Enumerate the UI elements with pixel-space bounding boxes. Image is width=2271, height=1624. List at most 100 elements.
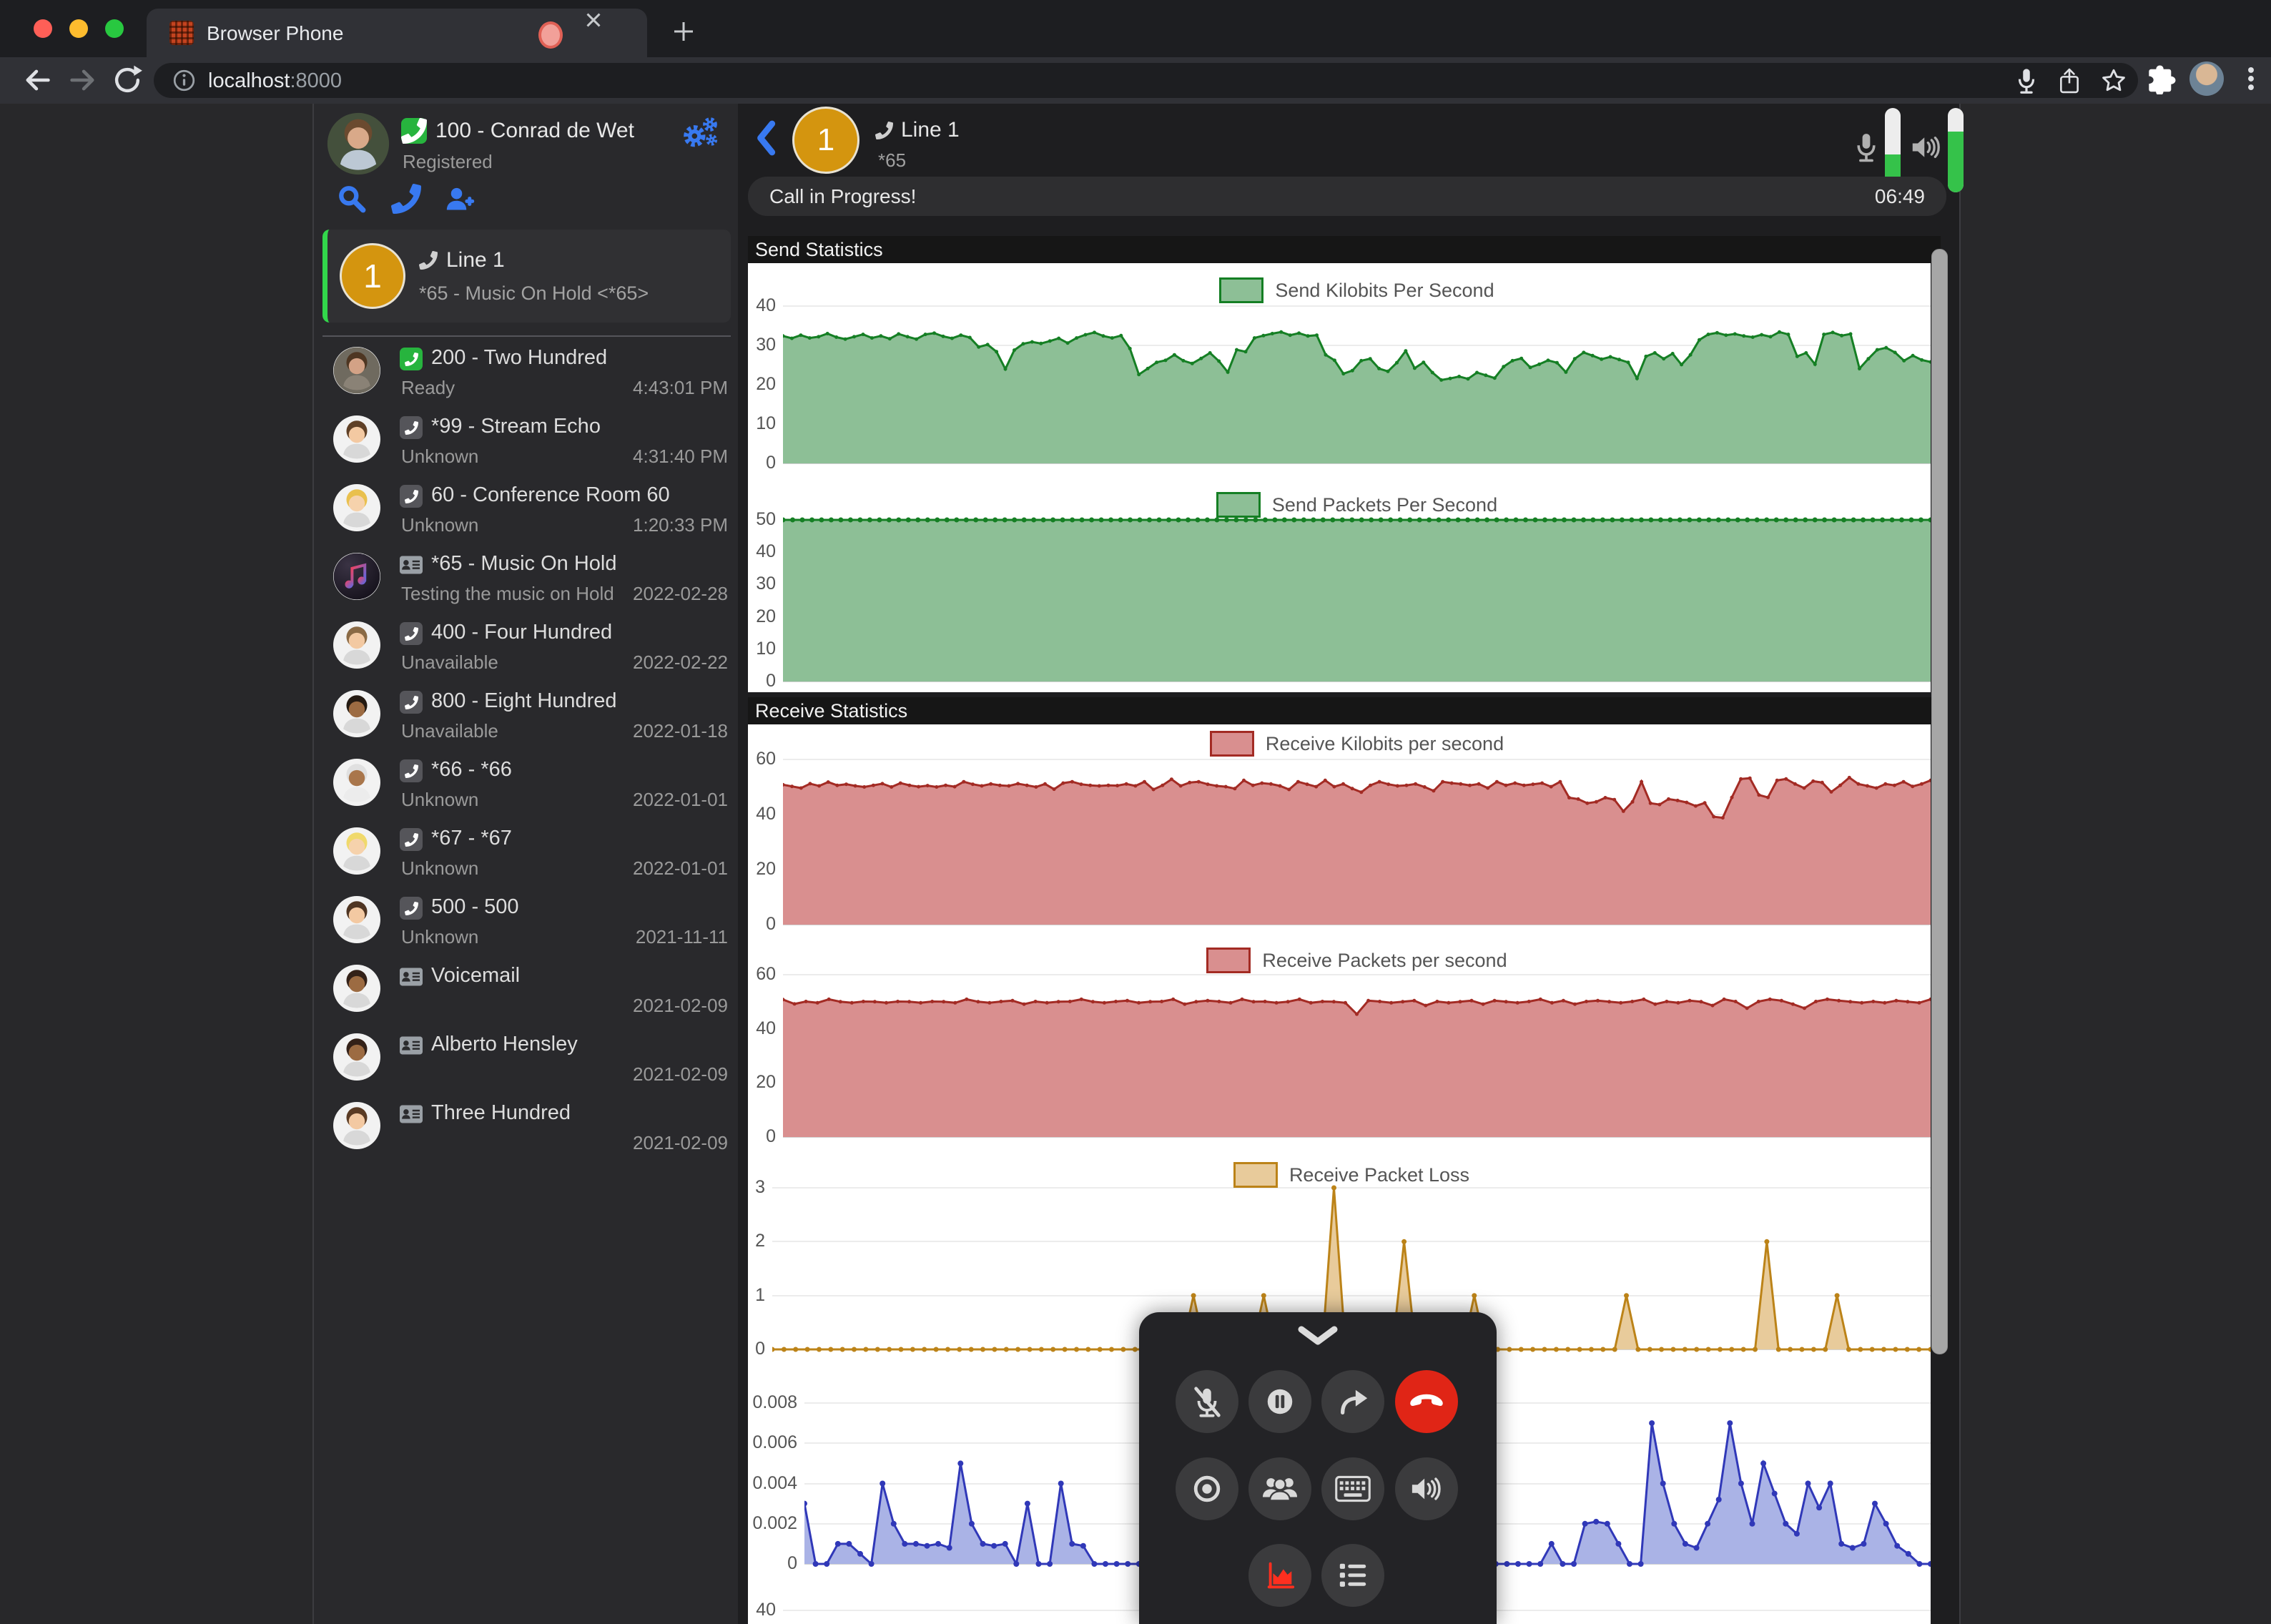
site-info-icon[interactable] <box>172 69 196 92</box>
browser-phone-app: 100 - Conrad de Wet Registered 1 Line 1 … <box>0 104 2271 1624</box>
line-number-badge: 1 <box>340 243 405 309</box>
buddy-avatar <box>333 896 380 943</box>
window-close-button[interactable] <box>34 19 52 38</box>
buddy-name: 500 - 500 <box>431 895 519 919</box>
end-call-button[interactable] <box>1395 1370 1458 1433</box>
extensions-puzzle-icon[interactable] <box>2147 63 2178 94</box>
call-session-panel: 1 Line 1 *65 Call in Progress! 06:49 Sen… <box>738 104 1961 1624</box>
buddy-row[interactable]: Three Hundred2021-02-09 <box>314 1092 739 1161</box>
dial-phone-icon[interactable] <box>391 184 421 214</box>
chart-ytick-label: 0 <box>738 671 776 692</box>
buddy-avatar <box>333 553 380 600</box>
buddy-time: 4:31:40 PM <box>633 446 728 468</box>
keypad-button[interactable] <box>1321 1457 1384 1520</box>
buddy-row[interactable]: 400 - Four HundredUnavailable2022-02-22 <box>314 611 739 680</box>
speaker-button[interactable] <box>1395 1457 1458 1520</box>
search-icon[interactable] <box>337 184 367 214</box>
voice-search-icon[interactable] <box>2013 67 2040 94</box>
buddy-avatar <box>333 621 380 669</box>
registered-phone-badge-icon <box>401 118 427 144</box>
mic-level-icon <box>1853 131 1879 164</box>
buddy-row[interactable]: Alberto Hensley2021-02-09 <box>314 1023 739 1092</box>
buddy-time: 2022-01-01 <box>633 857 728 880</box>
line-subtitle: *65 - Music On Hold <*65> <box>419 282 649 305</box>
buddy-avatar <box>333 1033 380 1081</box>
reload-icon[interactable] <box>112 64 143 96</box>
contact-card-icon <box>400 1103 423 1126</box>
conference-button[interactable] <box>1248 1457 1311 1520</box>
back-icon[interactable] <box>21 64 53 96</box>
phone-badge-gray-icon <box>400 622 423 645</box>
forward-icon[interactable] <box>67 64 99 96</box>
buddy-time: 2021-02-09 <box>633 995 728 1017</box>
chart-ytick-label: 30 <box>738 574 776 594</box>
browser-profile-avatar[interactable] <box>2189 61 2224 96</box>
phone-badge-gray-icon <box>400 485 423 508</box>
chart-ytick-label: 2 <box>738 1231 765 1251</box>
settings-gear-icon[interactable] <box>682 117 719 151</box>
bookmark-star-icon[interactable] <box>2100 67 2127 94</box>
collapse-chevron-down-icon[interactable] <box>1295 1325 1341 1347</box>
header-line-subtitle: *65 <box>878 149 906 172</box>
chart-ytick-label: 20 <box>738 859 776 880</box>
active-line-item[interactable]: 1 Line 1 *65 - Music On Hold <*65> <box>322 230 731 323</box>
buddy-status: Unknown <box>401 446 478 468</box>
buddy-row[interactable]: 800 - Eight HundredUnavailable2022-01-18 <box>314 680 739 749</box>
call-details-list-button[interactable] <box>1321 1544 1384 1607</box>
buddy-row[interactable]: 500 - 500Unknown2021-11-11 <box>314 886 739 955</box>
chart-ytick-label: 0.008 <box>738 1392 797 1413</box>
chart-ytick-label: 40 <box>738 804 776 825</box>
buddy-avatar <box>333 347 380 394</box>
tab-close-icon[interactable] <box>593 20 619 46</box>
buddy-name: 60 - Conference Room 60 <box>431 483 670 507</box>
registration-status: Registered <box>403 151 493 173</box>
buddy-status: Unavailable <box>401 720 498 742</box>
buddy-row[interactable]: 60 - Conference Room 60Unknown1:20:33 PM <box>314 474 739 543</box>
buddy-row[interactable]: *66 - *66Unknown2022-01-01 <box>314 749 739 817</box>
browser-toolbar: localhost:8000 <box>0 57 2271 104</box>
buddy-name: *66 - *66 <box>431 758 512 782</box>
phone-badge-gray-icon <box>400 691 423 714</box>
window-zoom-button[interactable] <box>105 19 124 38</box>
chart-ytick-label: 0 <box>738 453 776 473</box>
mute-button[interactable] <box>1176 1370 1238 1433</box>
buddy-status: Unknown <box>401 514 478 536</box>
buddy-avatar <box>333 415 380 463</box>
buddy-row[interactable]: *99 - Stream EchoUnknown4:31:40 PM <box>314 405 739 474</box>
buddy-name: Alberto Hensley <box>431 1033 578 1056</box>
chart-ytick-label: 40 <box>738 1018 776 1039</box>
hold-button[interactable] <box>1248 1370 1311 1433</box>
browser-window: Browser Phone localhost:8000 10 <box>0 0 2271 1624</box>
chart-ytick-label: 0 <box>738 1126 776 1147</box>
speaker-level-icon <box>1911 131 1942 164</box>
chart-ytick-label: 30 <box>738 335 776 355</box>
browser-menu-kebab-icon[interactable] <box>2235 63 2267 94</box>
window-minimize-button[interactable] <box>69 19 88 38</box>
buddy-row[interactable]: *65 - Music On HoldTesting the music on … <box>314 543 739 611</box>
line-title: Line 1 <box>446 248 505 272</box>
address-bar[interactable]: localhost:8000 <box>154 63 2138 98</box>
chart-ytick-label: 60 <box>738 964 776 985</box>
header-phone-icon <box>875 122 893 139</box>
share-icon[interactable] <box>2056 67 2083 94</box>
browser-tab[interactable]: Browser Phone <box>147 9 647 57</box>
chart-recv_pps <box>783 965 1931 1147</box>
chart-ytick-label: 40 <box>738 295 776 316</box>
buddy-row[interactable]: 200 - Two HundredReady4:43:01 PM <box>314 337 739 405</box>
new-tab-button[interactable] <box>671 19 696 44</box>
buddy-name: 800 - Eight Hundred <box>431 689 617 713</box>
buddy-row[interactable]: *67 - *67Unknown2022-01-01 <box>314 817 739 886</box>
chart-ytick-label: 10 <box>738 413 776 434</box>
chart-recv_kbps <box>783 749 1931 935</box>
call-stats-button[interactable] <box>1248 1544 1311 1607</box>
buddy-status: Testing the music on Hold <box>401 583 614 605</box>
phone-badge-gray-icon <box>400 828 423 851</box>
buddy-name: 200 - Two Hundred <box>431 346 607 370</box>
record-button[interactable] <box>1176 1457 1238 1520</box>
buddy-row[interactable]: Voicemail2021-02-09 <box>314 955 739 1023</box>
scrollbar-thumb[interactable] <box>1931 249 1948 1354</box>
add-contact-icon[interactable] <box>445 184 476 214</box>
user-extension-name: 100 - Conrad de Wet <box>435 119 634 143</box>
back-chevron-icon[interactable] <box>755 119 777 157</box>
transfer-button[interactable] <box>1321 1370 1384 1433</box>
